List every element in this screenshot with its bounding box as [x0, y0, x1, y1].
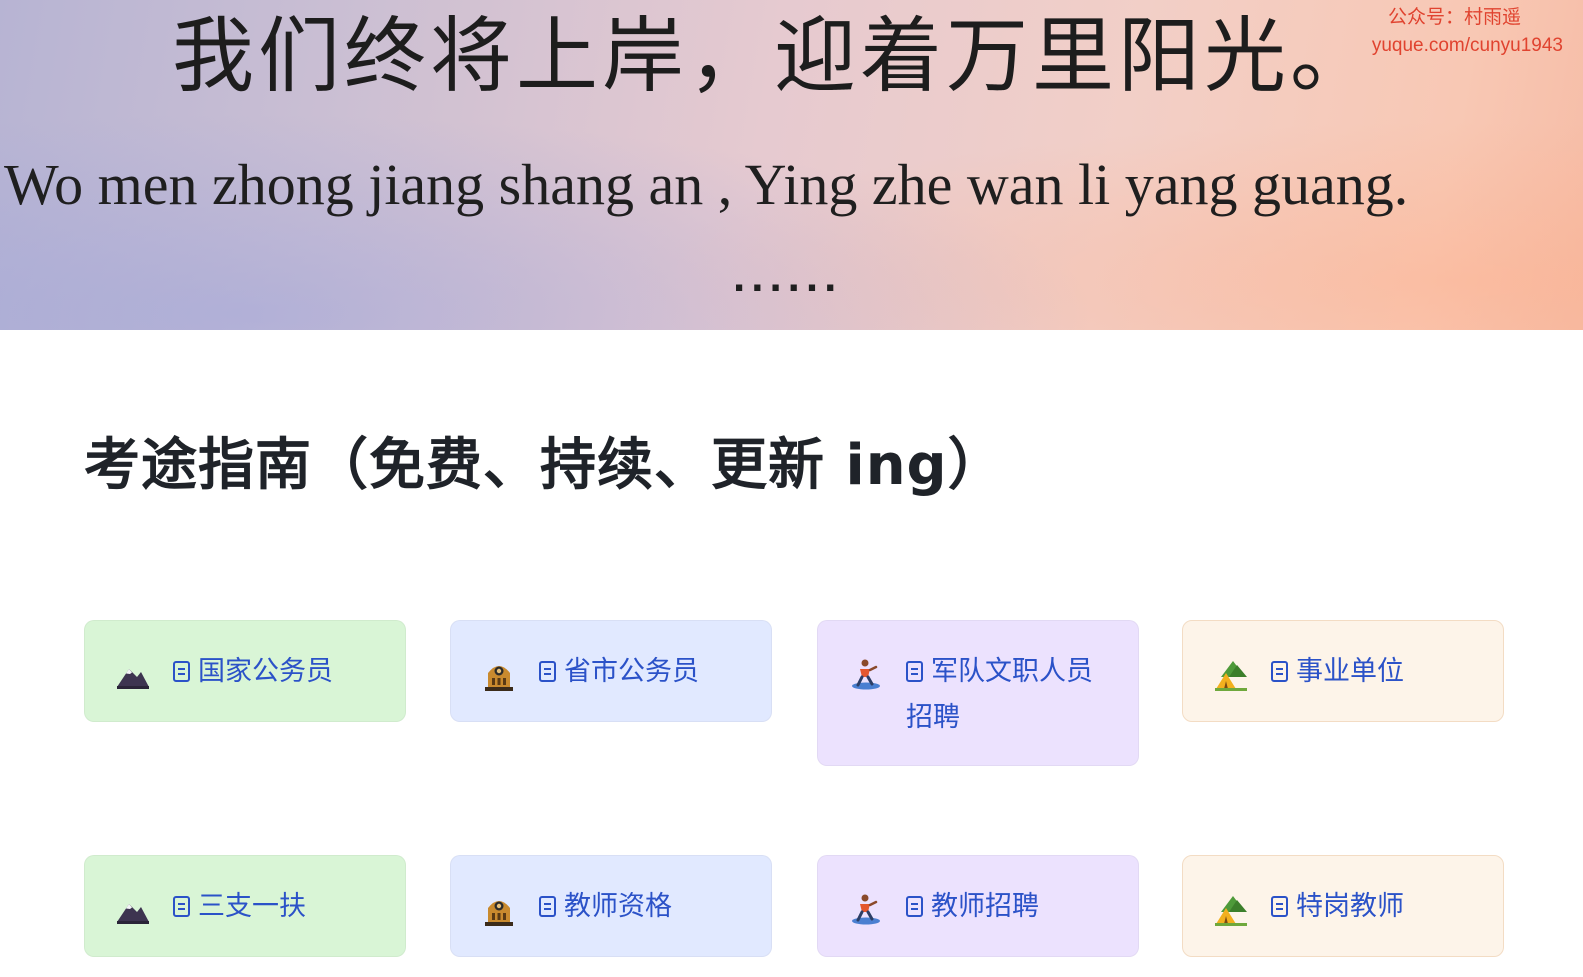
card-special-post-teacher[interactable]: 特岗教师 — [1182, 855, 1504, 957]
document-icon — [1271, 661, 1288, 682]
banner-pinyin-slogan: Wo men zhong jiang shang an , Ying zhe w… — [4, 152, 1409, 217]
card-label: 教师招聘 — [931, 891, 1039, 922]
document-icon — [906, 896, 923, 917]
document-icon — [173, 661, 190, 682]
banner-chinese-slogan: 我们终将上岸，迎着万里阳光。 — [172, 9, 1377, 104]
card-link[interactable]: 省市公务员 — [539, 649, 751, 695]
document-icon — [173, 896, 190, 917]
camping-icon — [1215, 896, 1247, 926]
card-military-civilian-recruit[interactable]: 军队文职人员招聘 — [817, 620, 1139, 766]
card-label: 国家公务员 — [198, 656, 333, 687]
card-three-supports-one-aid[interactable]: 三支一扶 — [84, 855, 406, 957]
card-link[interactable]: 教师资格 — [539, 884, 751, 930]
document-icon — [539, 896, 556, 917]
card-label: 三支一扶 — [198, 891, 306, 922]
document-icon — [1271, 896, 1288, 917]
card-label: 省市公务员 — [564, 656, 699, 687]
building-icon — [485, 901, 513, 926]
card-label: 特岗教师 — [1296, 891, 1404, 922]
mountain-icon — [117, 669, 149, 689]
surfer-icon — [852, 659, 880, 690]
card-link[interactable]: 教师招聘 — [906, 884, 1118, 930]
card-label: 军队文职人员招聘 — [906, 656, 1093, 733]
card-label: 事业单位 — [1296, 656, 1404, 687]
card-provincial-civil-servant[interactable]: 省市公务员 — [450, 620, 772, 722]
watermark-account: 公众号：村雨遥 — [1387, 7, 1521, 28]
document-icon — [539, 661, 556, 682]
card-public-institution[interactable]: 事业单位 — [1182, 620, 1504, 722]
section-title: 考途指南（免费、持续、更新 ing） — [84, 433, 1005, 498]
watermark: 公众号：村雨遥 yuque.com/cunyu1943 — [1372, 4, 1563, 60]
card-label: 教师资格 — [564, 891, 672, 922]
header-banner: 我们终将上岸，迎着万里阳光。 Wo men zhong jiang shang … — [0, 0, 1583, 330]
card-teacher-qualification[interactable]: 教师资格 — [450, 855, 772, 957]
card-national-civil-servant[interactable]: 国家公务员 — [84, 620, 406, 722]
watermark-url: yuque.com/cunyu1943 — [1371, 35, 1563, 56]
surfer-icon — [852, 894, 880, 925]
mountain-icon — [117, 904, 149, 924]
camping-icon — [1215, 661, 1247, 691]
banner-ellipsis: ...... — [733, 252, 843, 301]
card-link[interactable]: 军队文职人员招聘 — [906, 649, 1118, 741]
card-link[interactable]: 国家公务员 — [173, 649, 385, 695]
card-link[interactable]: 三支一扶 — [173, 884, 385, 930]
building-icon — [485, 666, 513, 691]
card-teacher-recruitment[interactable]: 教师招聘 — [817, 855, 1139, 957]
card-link[interactable]: 特岗教师 — [1271, 884, 1483, 930]
card-link[interactable]: 事业单位 — [1271, 649, 1483, 695]
document-icon — [906, 661, 923, 682]
